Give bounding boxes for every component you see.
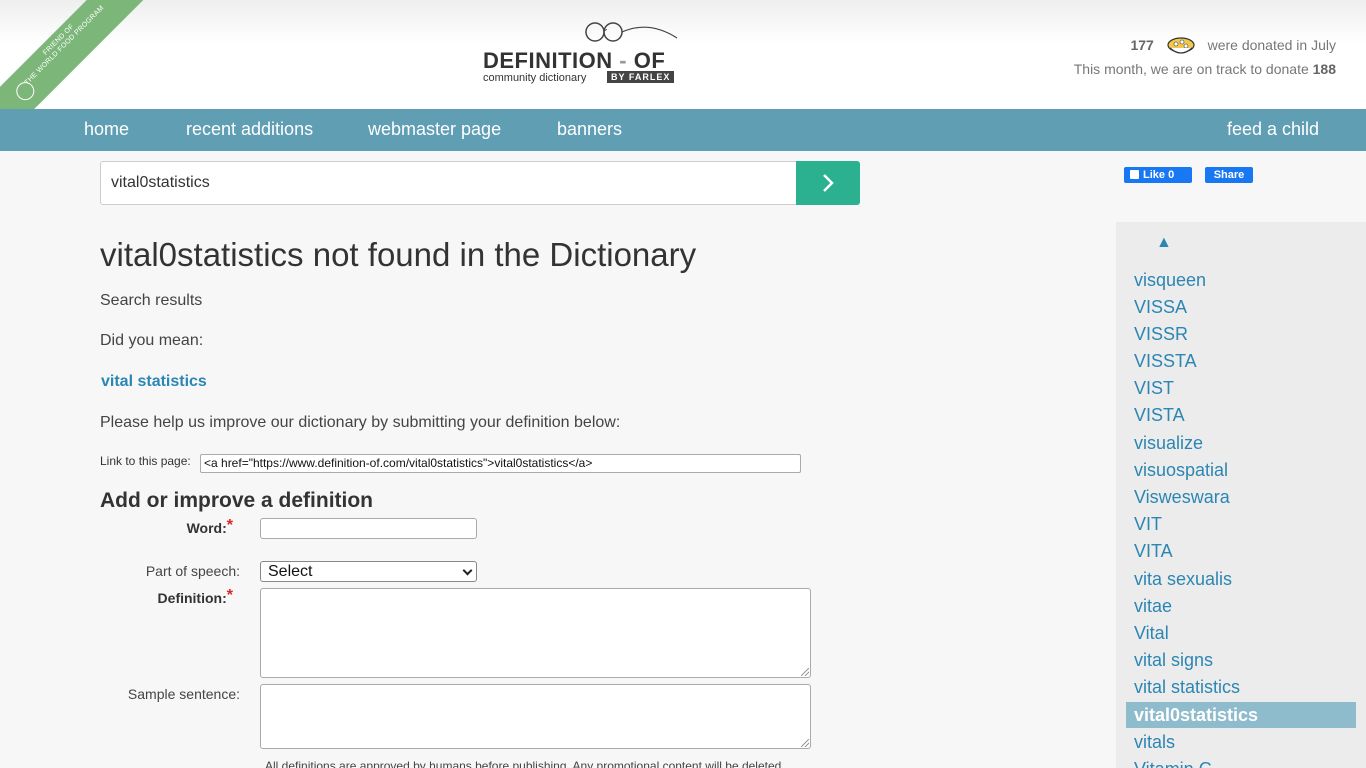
sidebar-item[interactable]: vital signs [1134, 650, 1213, 671]
part-of-speech-select[interactable]: Select [260, 561, 477, 582]
nav-home[interactable]: home [84, 109, 129, 149]
nav-recent-additions[interactable]: recent additions [186, 109, 313, 149]
sidebar-item[interactable]: VISSA [1134, 297, 1187, 318]
nearby-words-sidebar: ▲ visqueen VISSA VISSR VISSTA VIST VISTA… [1116, 222, 1366, 768]
pos-label: Part of speech: [145, 563, 240, 579]
projected-count: 188 [1312, 61, 1336, 77]
site-logo[interactable]: DEFINITION - OF community dictionary BY … [483, 18, 693, 88]
resize-grip-icon[interactable] [801, 668, 809, 676]
suggestion-link[interactable]: vital statistics [101, 373, 207, 391]
search-results-label: Search results [100, 292, 203, 309]
sample-sentence-textarea[interactable] [260, 684, 811, 749]
sidebar-item[interactable]: vitals [1134, 732, 1175, 753]
sidebar-item[interactable]: Vitamin C [1134, 759, 1212, 768]
link-to-page-input[interactable]: <a href="https://www.definition-of.com/v… [200, 454, 801, 473]
chevron-down-icon [462, 565, 473, 576]
nav-webmaster-page[interactable]: webmaster page [368, 109, 501, 149]
facebook-like-button[interactable]: Like 0 [1124, 167, 1192, 183]
donated-text: were donated in July [1207, 37, 1336, 53]
link-label: Link to this page: [100, 454, 191, 468]
sidebar-item[interactable]: VISSTA [1134, 351, 1197, 372]
pos-selected-value: Select [268, 563, 313, 580]
sidebar-item[interactable]: visualize [1134, 433, 1203, 454]
donated-count: 177 [1130, 37, 1154, 53]
form-title: Add or improve a definition [100, 489, 374, 512]
sidebar-item[interactable]: VISSR [1134, 324, 1188, 345]
resize-grip-icon[interactable] [801, 739, 809, 747]
facebook-share-button[interactable]: Share [1205, 167, 1253, 183]
logo-farlex: BY FARLEX [607, 71, 675, 83]
sidebar-item[interactable]: VIST [1134, 378, 1174, 399]
word-label: Word:* [186, 517, 233, 536]
logo-glasses-icon [585, 22, 678, 42]
nav-feed-a-child[interactable]: feed a child [1227, 109, 1319, 149]
page-title: vital0statistics not found in the Dictio… [100, 236, 697, 273]
required-mark: * [226, 517, 233, 534]
did-you-mean-label: Did you mean: [100, 332, 204, 349]
search-button[interactable] [796, 161, 860, 205]
sidebar-item[interactable]: Vital [1134, 623, 1169, 644]
sidebar-item[interactable]: VISTA [1134, 405, 1185, 426]
sidebar-item[interactable]: VIT [1134, 514, 1162, 535]
site-header: FRIEND OF THE WORLD FOOD PROGRAM DEFINIT… [0, 0, 1366, 137]
thumbs-up-icon [1130, 170, 1139, 179]
chevron-right-icon [823, 174, 834, 192]
sidebar-item[interactable]: vitae [1134, 596, 1172, 617]
sidebar-item[interactable]: vita sexualis [1134, 569, 1232, 590]
donation-counter: 177 were donated in July This month, we … [1074, 33, 1336, 81]
sidebar-item[interactable]: Visweswara [1134, 487, 1230, 508]
required-mark: * [226, 587, 233, 604]
ribbon-line2: THE WORLD FOOD PROGRAM [23, 4, 106, 87]
ribbon-line1: FRIEND OF [42, 23, 76, 57]
help-text: Please help us improve our dictionary by… [100, 414, 621, 431]
sample-sentence-label: Sample sentence: [127, 686, 240, 702]
sidebar-item[interactable]: visqueen [1134, 270, 1206, 291]
moderation-note: All definitions are approved by humans b… [265, 759, 785, 768]
nav-banners[interactable]: banners [557, 109, 622, 149]
sidebar-item[interactable]: VITA [1134, 541, 1173, 562]
main-nav: home recent additions webmaster page ban… [0, 109, 1366, 151]
definition-textarea[interactable] [260, 588, 811, 678]
definition-label: Definition:* [157, 587, 233, 606]
food-bowl-icon [1167, 37, 1195, 54]
scroll-up-icon[interactable]: ▲ [1156, 234, 1172, 252]
sidebar-item-active[interactable]: vital0statistics [1126, 702, 1356, 728]
search-input[interactable]: vital0statistics [100, 161, 797, 205]
sidebar-item[interactable]: vital statistics [1134, 677, 1240, 698]
word-input[interactable] [260, 518, 477, 539]
sidebar-item[interactable]: visuospatial [1134, 460, 1228, 481]
logo-subtitle: community dictionary [483, 72, 587, 84]
track-text: This month, we are on track to donate [1073, 61, 1309, 77]
